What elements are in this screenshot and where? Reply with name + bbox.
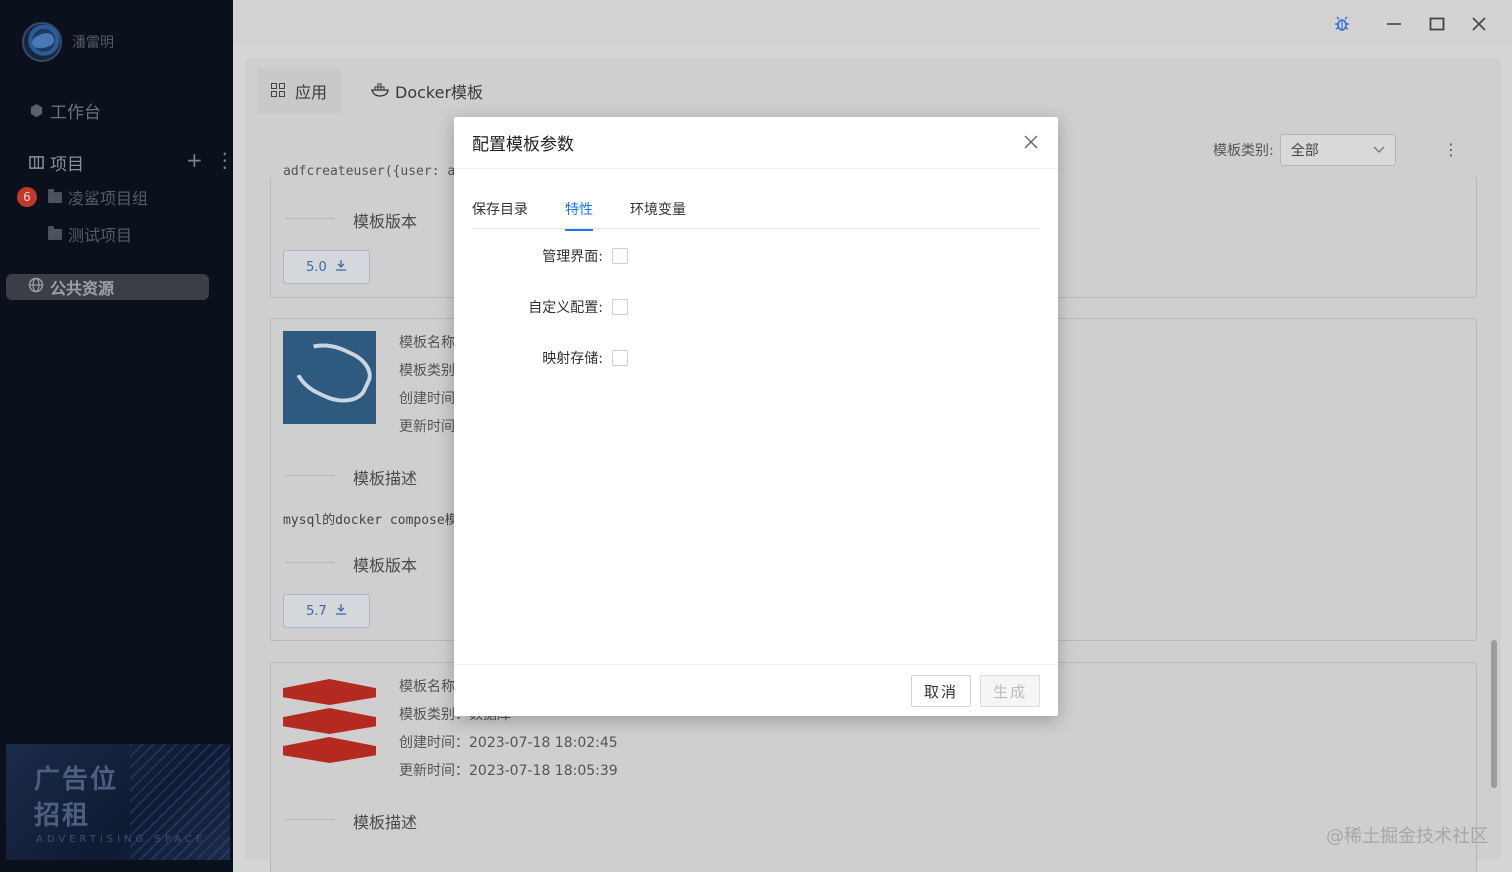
- more-icon[interactable]: ⋮: [215, 148, 235, 172]
- modal-tabs: 保存目录 特性 环境变量: [472, 199, 1040, 231]
- field-custom-config: 自定义配置:: [454, 297, 1058, 319]
- divider: [285, 819, 335, 820]
- sidebar-item-public-resources[interactable]: 公共资源: [6, 274, 209, 300]
- modal-footer: 取消 生成: [454, 664, 1058, 716]
- folder-icon: [48, 225, 62, 240]
- download-icon: [335, 603, 347, 619]
- meta-name: 模板名称: [399, 335, 455, 351]
- divider: [285, 218, 335, 219]
- meta-category: 模板类别: [399, 363, 455, 379]
- tabs-bar: 应用 Docker模板: [245, 58, 1501, 114]
- description-label: 模板描述: [353, 469, 418, 488]
- generate-button[interactable]: 生成: [980, 675, 1040, 707]
- globe-icon: [28, 277, 44, 297]
- category-select[interactable]: 全部: [1279, 134, 1396, 166]
- field-label: 管理界面:: [542, 249, 603, 265]
- meta-created: 创建时间：2023-07-18 18:02:45: [399, 735, 618, 751]
- download-icon: [335, 259, 347, 275]
- redis-logo: [283, 671, 376, 764]
- tab-env-vars[interactable]: 环境变量: [630, 199, 686, 229]
- scrollbar[interactable]: [1491, 640, 1497, 788]
- sidebar-item-label: 项目: [50, 155, 84, 175]
- tab-label: Docker模板: [395, 83, 484, 102]
- user-profile[interactable]: 潘雷明: [22, 22, 114, 62]
- username: 潘雷明: [72, 35, 114, 51]
- close-window-icon[interactable]: [1467, 12, 1491, 36]
- mysql-logo: [283, 331, 376, 424]
- folder-icon: [48, 188, 62, 203]
- version-value: 5.0: [306, 259, 327, 275]
- field-label: 映射存储:: [542, 351, 603, 367]
- config-template-modal: 配置模板参数 保存目录 特性 环境变量 管理界面: 自定义配置: 映射存储: 取…: [454, 117, 1058, 716]
- sidebar-item-label: 工作台: [50, 103, 101, 123]
- field-label: 自定义配置:: [528, 300, 603, 316]
- field-admin-ui: 管理界面:: [454, 246, 1058, 268]
- redis-layer: [283, 679, 376, 705]
- admin-ui-checkbox[interactable]: [612, 248, 628, 264]
- tab-save-directory[interactable]: 保存目录: [472, 199, 528, 229]
- ad-subtitle: ADVERTISING SPACE: [36, 834, 207, 845]
- cancel-button[interactable]: 取消: [911, 675, 971, 707]
- card-partial-text: adfcreateuser({user: a: [283, 164, 456, 179]
- avatar[interactable]: [22, 22, 62, 62]
- more-options-icon[interactable]: ⋮: [1443, 140, 1459, 159]
- sidebar-item-label: 公共资源: [50, 279, 115, 298]
- sidebar-projects-header[interactable]: 项目: [28, 150, 84, 175]
- modal-header: 配置模板参数: [454, 117, 1058, 169]
- project-label: 凌鲨项目组: [68, 189, 149, 208]
- meta-updated: 更新时间：2023-07-18 18:05:39: [399, 763, 618, 779]
- filter-label: 模板类别:: [1213, 143, 1274, 159]
- mapped-storage-checkbox[interactable]: [612, 350, 628, 366]
- ad-line2: 招租: [34, 801, 91, 831]
- template-meta: 模板名称 模板类别 创建时间 更新时间: [399, 329, 455, 441]
- divider: [285, 562, 335, 563]
- version-label: 模板版本: [353, 556, 418, 575]
- ad-title: 广告位 招租: [34, 762, 118, 834]
- bug-icon[interactable]: [1330, 12, 1354, 36]
- ad-banner[interactable]: 广告位 招租 ADVERTISING SPACE: [6, 744, 230, 860]
- docker-icon: [371, 82, 391, 101]
- project-icon: [28, 155, 44, 171]
- chevron-down-icon: [1373, 142, 1385, 158]
- description-label: 模板描述: [353, 813, 418, 832]
- close-icon[interactable]: [1020, 131, 1042, 153]
- project-label: 测试项目: [68, 226, 133, 245]
- category-filter: 模板类别: 全部: [1213, 134, 1396, 166]
- custom-config-checkbox[interactable]: [612, 299, 628, 315]
- tab-apps[interactable]: 应用: [257, 68, 342, 114]
- ad-line1: 广告位: [34, 765, 119, 795]
- redis-layer: [283, 737, 376, 763]
- redis-layer: [283, 708, 376, 734]
- maximize-icon[interactable]: [1425, 12, 1449, 36]
- grid-icon: [271, 82, 285, 101]
- project-actions: + ⋮: [186, 148, 235, 172]
- version-value: 5.7: [306, 603, 327, 619]
- divider: [285, 475, 335, 476]
- notification-badge: 6: [17, 187, 37, 207]
- sidebar-item-workbench[interactable]: 工作台: [28, 98, 101, 123]
- add-project-icon[interactable]: +: [186, 148, 203, 172]
- meta-created: 创建时间: [399, 391, 455, 407]
- sidebar-item-project[interactable]: 测试项目: [48, 222, 132, 246]
- sidebar: 潘雷明 工作台 项目 + ⋮ 6 凌鲨项目组 测试项目 公共资源 广告位 招租: [0, 0, 235, 872]
- version-label: 模板版本: [353, 212, 418, 231]
- tab-docker-templates[interactable]: Docker模板: [357, 68, 498, 114]
- version-download-button[interactable]: 5.7: [283, 594, 370, 628]
- watermark: @稀土掘金技术社区: [1326, 826, 1488, 847]
- cube-icon: [28, 103, 44, 119]
- tab-features[interactable]: 特性: [565, 199, 593, 231]
- description-text: mysql的docker compose模: [283, 513, 458, 528]
- select-value: 全部: [1290, 143, 1319, 159]
- title-bar: [233, 0, 1512, 46]
- modal-title: 配置模板参数: [472, 135, 574, 155]
- sidebar-item-project[interactable]: 凌鲨项目组: [48, 185, 148, 209]
- minimize-icon[interactable]: [1382, 12, 1406, 36]
- tab-label: 应用: [295, 83, 328, 102]
- meta-updated: 更新时间: [399, 419, 455, 435]
- field-mapped-storage: 映射存储:: [454, 348, 1058, 370]
- version-download-button[interactable]: 5.0: [283, 250, 370, 284]
